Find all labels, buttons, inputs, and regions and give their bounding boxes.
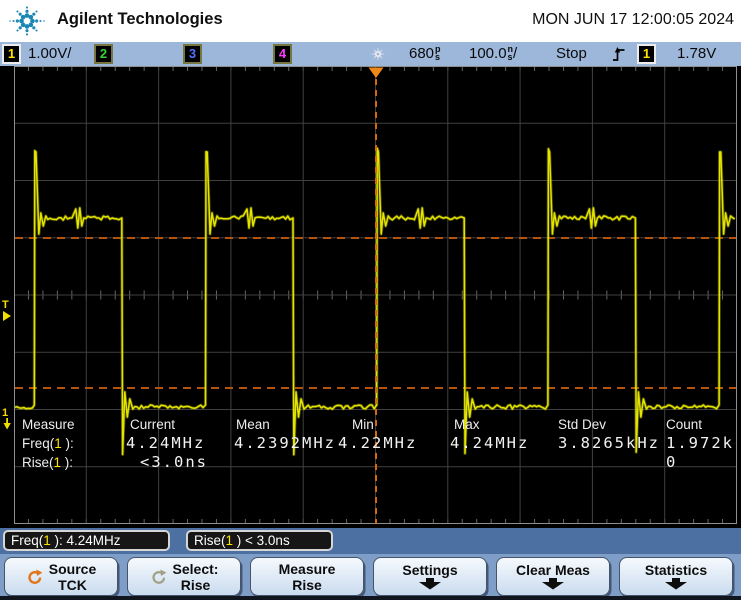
menu-arrow-icon — [539, 578, 567, 590]
top-bar: Agilent Technologies MON JUN 17 12:00:05… — [0, 0, 741, 42]
col-count: Count — [666, 417, 702, 432]
brand-title: Agilent Technologies — [57, 10, 223, 29]
row-freq-label: Freq(1 ): — [22, 436, 74, 451]
channel-4-button[interactable]: 4 — [273, 44, 292, 64]
col-stddev: Std Dev — [558, 417, 606, 432]
softkey-bar: SourceTCK Select:Rise MeasureRise Settin… — [0, 554, 741, 600]
measure-panel: Measure Current Mean Min Max Std Dev Cou… — [0, 415, 741, 479]
freq-mean: 4.2392MHz — [234, 434, 336, 452]
acquisition-status: Stop — [556, 45, 587, 63]
rotary-knob-icon — [150, 569, 167, 585]
menu-arrow-icon — [416, 578, 444, 590]
channel-3-button[interactable]: 3 — [183, 44, 202, 64]
softkey-statistics[interactable]: Statistics — [619, 557, 733, 596]
agilent-logo-icon — [6, 1, 48, 41]
delay-time: 680ps — [409, 45, 441, 63]
trigger-slope-icon — [612, 46, 626, 63]
softkey-clear-meas[interactable]: Clear Meas — [496, 557, 610, 596]
rise-current: <3.0ns — [140, 453, 208, 471]
freq-stddev: 3.8265kHz — [558, 434, 660, 452]
menu-arrow-icon — [662, 578, 690, 590]
bottom-strip — [0, 596, 741, 600]
channel-1-button[interactable]: 1 — [2, 44, 21, 64]
trigger-level: 1.78V — [677, 45, 716, 63]
col-current: Current — [130, 417, 175, 432]
softkey-select[interactable]: Select:Rise — [127, 557, 241, 596]
results-bar: Freq(1 ): 4.24MHz Rise(1 ) < 3.0ns — [0, 528, 741, 554]
softkey-source-line2: TCK — [58, 577, 87, 593]
delay-units: ps — [435, 45, 441, 61]
rise-count: 0 — [666, 453, 677, 471]
timebase-value: 100.0 — [469, 45, 507, 62]
col-max: Max — [454, 417, 480, 432]
softkey-measure-line2: Rise — [292, 577, 322, 593]
softkey-source-line1: Source — [49, 561, 96, 577]
rise-result-pill: Rise(1 ) < 3.0ns — [186, 530, 333, 551]
freq-result-pill: Freq(1 ): 4.24MHz — [3, 530, 170, 551]
row-rise-label: Rise(1 ): — [22, 455, 73, 470]
channel-1-scale: 1.00V/ — [28, 45, 71, 63]
softkey-settings-label: Settings — [402, 563, 457, 578]
trigger-source-button[interactable]: 1 — [637, 44, 656, 64]
freq-max: 4.24MHz — [450, 434, 529, 452]
softkey-select-line1: Select: — [173, 561, 219, 577]
datetime: MON JUN 17 12:00:05 2024 — [532, 11, 734, 29]
softkey-settings[interactable]: Settings — [373, 557, 487, 596]
delay-value: 680 — [409, 45, 434, 62]
timebase: 100.0ns/ — [469, 45, 517, 63]
softkey-source[interactable]: SourceTCK — [4, 557, 118, 596]
col-mean: Mean — [236, 417, 270, 432]
softkey-statistics-label: Statistics — [645, 563, 707, 578]
oscilloscope-screen: Agilent Technologies MON JUN 17 12:00:05… — [0, 0, 741, 600]
status-bar: 1 1.00V/ 2 3 4 680ps 100.0ns/ Stop 1 1.7… — [0, 42, 741, 66]
freq-min: 4.22MHz — [338, 434, 417, 452]
softkey-clear-meas-label: Clear Meas — [516, 563, 590, 578]
col-min: Min — [352, 417, 374, 432]
measure-title: Measure — [22, 417, 75, 432]
softkey-measure-line1: Measure — [279, 561, 336, 577]
system-activity-icon — [370, 46, 386, 62]
channel-2-button[interactable]: 2 — [94, 44, 113, 64]
softkey-select-line2: Rise — [181, 577, 211, 593]
freq-count: 1.972k — [666, 434, 734, 452]
freq-current: 4.24MHz — [126, 434, 205, 452]
svg-text:T: T — [2, 299, 9, 311]
rotary-knob-icon — [26, 569, 43, 585]
softkey-measure[interactable]: MeasureRise — [250, 557, 364, 596]
